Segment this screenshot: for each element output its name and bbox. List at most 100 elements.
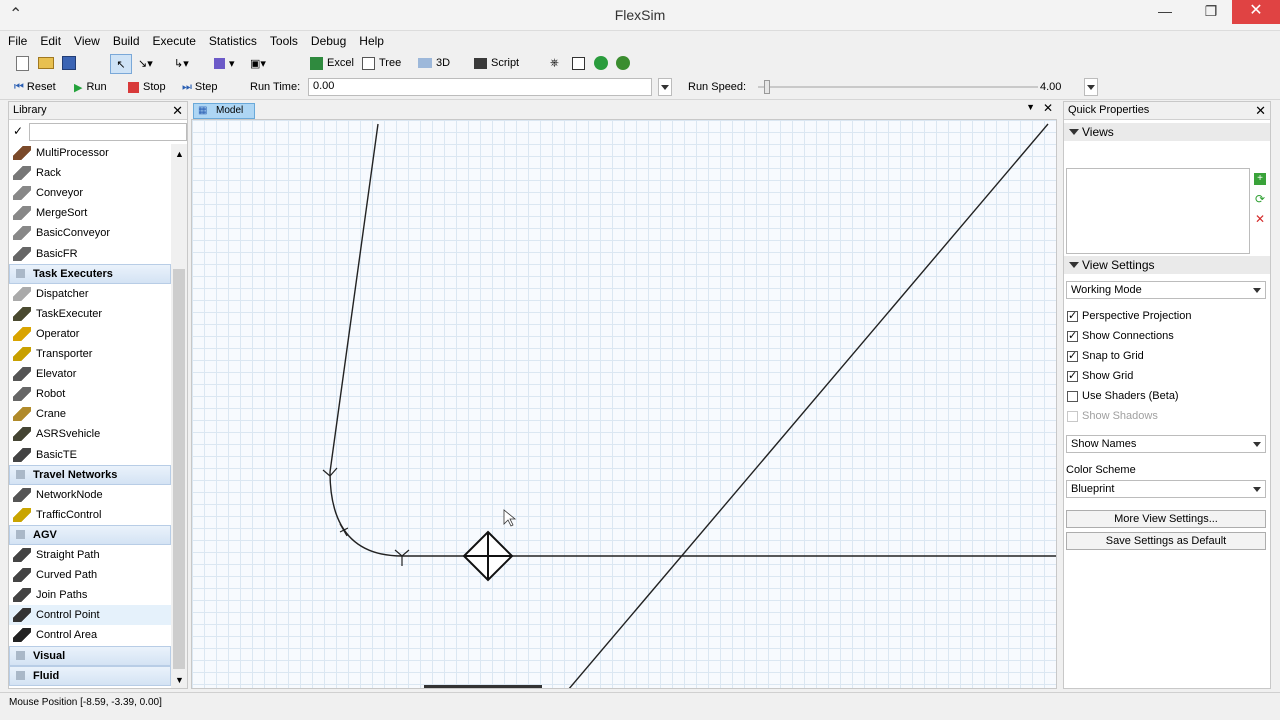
pointer-mode-icon[interactable]: ↖: [110, 54, 132, 74]
threed-button[interactable]: 3D: [418, 54, 450, 72]
library-group-fluid[interactable]: Fluid: [9, 665, 171, 686]
menu-edit[interactable]: Edit: [35, 31, 66, 51]
library-group-visual[interactable]: Visual: [9, 645, 171, 666]
library-group-task-executers[interactable]: Task Executers: [9, 263, 171, 284]
step-button[interactable]: ⏭ Step: [182, 78, 218, 96]
close-button[interactable]: ✕: [1232, 0, 1280, 24]
library-item-basicconveyor[interactable]: BasicConveyor: [9, 223, 171, 243]
delete-view-icon[interactable]: ✕: [1254, 213, 1266, 225]
help-icon[interactable]: [594, 54, 612, 72]
script-button[interactable]: Script: [474, 54, 519, 72]
disconnect-objects-icon[interactable]: ↳▾: [174, 54, 189, 72]
tab-model[interactable]: ▦ Model: [193, 103, 255, 119]
library-scrollbar[interactable]: ▲ ▼: [171, 144, 187, 688]
tab-menu-icon[interactable]: ▼: [1026, 102, 1035, 112]
library-item-taskexecuter[interactable]: TaskExecuter: [9, 304, 171, 324]
expand-group-icon[interactable]: [16, 470, 25, 480]
run-speed-slider-thumb[interactable]: [763, 80, 770, 94]
expand-group-icon[interactable]: [16, 671, 25, 681]
scroll-up-icon[interactable]: ▲: [175, 149, 184, 159]
save-settings-default-button[interactable]: Save Settings as Default: [1066, 532, 1266, 550]
close-icon[interactable]: ✕: [172, 103, 183, 119]
checkbox-show-connections[interactable]: Show Connections: [1067, 328, 1174, 344]
control-point[interactable]: [462, 530, 514, 582]
library-item-asrsvehicle[interactable]: ASRSvehicle: [9, 424, 171, 444]
checkbox-use-shaders-beta[interactable]: Use Shaders (Beta): [1067, 388, 1179, 404]
web-globe-icon[interactable]: [616, 54, 634, 72]
library-scrollbar-thumb[interactable]: [173, 269, 185, 669]
reset-button[interactable]: ⏮ Reset: [14, 78, 56, 96]
view-settings-section-header[interactable]: View Settings: [1064, 256, 1270, 274]
library-search-input[interactable]: [29, 123, 187, 141]
new-model-icon[interactable]: [16, 54, 33, 72]
menu-help[interactable]: Help: [354, 31, 389, 51]
run-button[interactable]: ▶ Run: [74, 78, 107, 96]
minimize-button[interactable]: —: [1150, 0, 1180, 24]
run-speed-dropdown[interactable]: [1084, 78, 1098, 96]
layout-icon[interactable]: ▣▾: [250, 54, 266, 72]
library-group-agv[interactable]: AGV: [9, 524, 171, 545]
checkbox-show-grid[interactable]: Show Grid: [1067, 368, 1133, 384]
library-item-crane[interactable]: Crane: [9, 404, 171, 424]
views-section-header[interactable]: Views: [1064, 123, 1270, 141]
straight-path-vertical[interactable]: [329, 123, 379, 473]
run-time-dropdown[interactable]: [658, 78, 672, 96]
more-view-settings-button[interactable]: More View Settings...: [1066, 510, 1266, 528]
connect-objects-icon[interactable]: ↘▾: [138, 54, 153, 72]
open-folder-icon[interactable]: [38, 54, 58, 72]
library-item-transporter[interactable]: Transporter: [9, 344, 171, 364]
maximize-button[interactable]: ❐: [1196, 0, 1226, 24]
add-view-icon[interactable]: +: [1254, 173, 1266, 185]
library-item-control-area[interactable]: Control Area: [9, 625, 171, 645]
library-item-robot[interactable]: Robot: [9, 384, 171, 404]
dashboard-icon[interactable]: [572, 54, 589, 72]
curved-path[interactable]: [329, 471, 403, 557]
library-item-multiprocessor[interactable]: MultiProcessor: [9, 143, 171, 163]
run-speed-slider-track[interactable]: [758, 86, 1038, 88]
view-mode-select[interactable]: Working Mode: [1066, 281, 1266, 299]
menu-build[interactable]: Build: [108, 31, 145, 51]
expand-group-icon[interactable]: [16, 269, 25, 279]
checkbox-snap-to-grid[interactable]: Snap to Grid: [1067, 348, 1144, 364]
close-icon[interactable]: ✕: [1255, 103, 1266, 119]
tree-button[interactable]: Tree: [362, 54, 401, 72]
library-item-join-paths[interactable]: Join Paths: [9, 585, 171, 605]
model-object-partial[interactable]: [424, 685, 542, 689]
close-icon[interactable]: ✕: [1043, 101, 1053, 115]
views-list[interactable]: [1066, 168, 1250, 254]
straight-path-diagonal[interactable]: [568, 123, 1049, 689]
model-tree-icon[interactable]: ⎈: [550, 54, 559, 72]
library-item-curved-path[interactable]: Curved Path: [9, 565, 171, 585]
library-item-operator[interactable]: Operator: [9, 324, 171, 344]
expand-group-icon[interactable]: [16, 651, 25, 660]
model-3d-view[interactable]: [191, 119, 1057, 689]
checkbox-perspective-projection[interactable]: Perspective Projection: [1067, 308, 1191, 324]
group-select-icon[interactable]: ▾: [214, 54, 235, 72]
menu-execute[interactable]: Execute: [148, 31, 201, 51]
color-scheme-select[interactable]: Blueprint: [1066, 480, 1266, 498]
save-icon[interactable]: [62, 54, 80, 72]
library-item-dispatcher[interactable]: Dispatcher: [9, 284, 171, 304]
library-item-networknode[interactable]: NetworkNode: [9, 485, 171, 505]
run-time-field[interactable]: 0.00: [308, 78, 652, 96]
library-item-conveyor[interactable]: Conveyor: [9, 183, 171, 203]
library-item-mergesort[interactable]: MergeSort: [9, 203, 171, 223]
menu-statistics[interactable]: Statistics: [204, 31, 262, 51]
library-group-travel-networks[interactable]: Travel Networks: [9, 464, 171, 485]
menu-tools[interactable]: Tools: [265, 31, 303, 51]
library-item-straight-path[interactable]: Straight Path: [9, 545, 171, 565]
library-item-basicfr[interactable]: BasicFR: [9, 244, 171, 264]
scroll-down-icon[interactable]: ▼: [175, 675, 184, 685]
library-item-basicte[interactable]: BasicTE: [9, 445, 171, 465]
menu-file[interactable]: File: [3, 31, 32, 51]
library-item-trafficcontrol[interactable]: TrafficControl: [9, 505, 171, 525]
menu-view[interactable]: View: [69, 31, 105, 51]
menu-debug[interactable]: Debug: [306, 31, 351, 51]
expand-group-icon[interactable]: [16, 530, 25, 540]
library-item-control-point[interactable]: Control Point: [9, 605, 171, 626]
library-item-rack[interactable]: Rack: [9, 163, 171, 183]
show-names-select[interactable]: Show Names: [1066, 435, 1266, 453]
library-item-elevator[interactable]: Elevator: [9, 364, 171, 384]
excel-button[interactable]: Excel: [310, 54, 354, 72]
refresh-view-icon[interactable]: ⟳: [1254, 193, 1266, 205]
